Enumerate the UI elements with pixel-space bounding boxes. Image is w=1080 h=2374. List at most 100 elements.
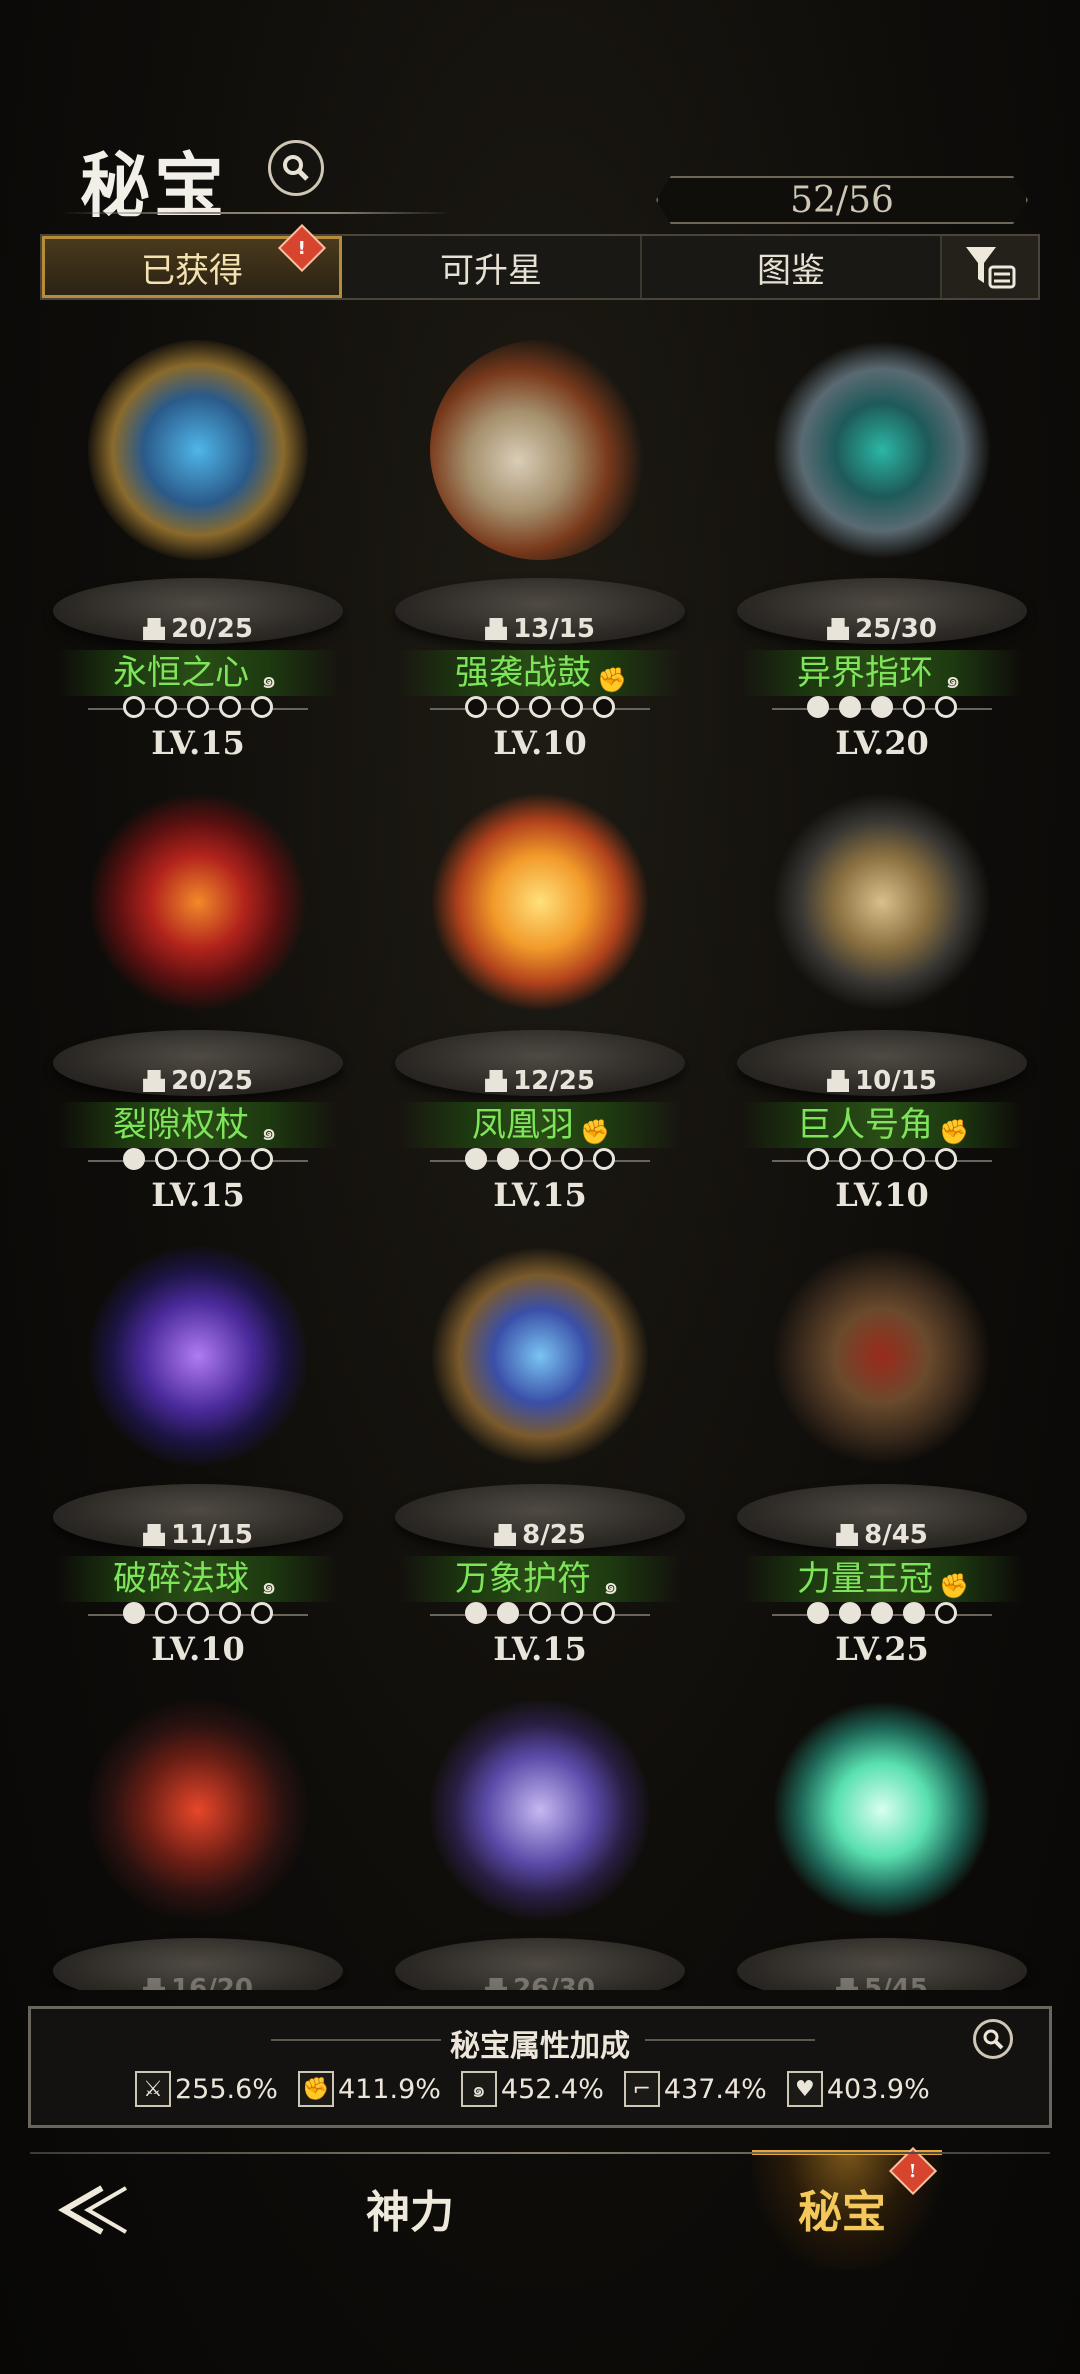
treasure-name: 万象护符๑	[370, 1556, 710, 1602]
fragment-count: 16/20	[28, 1974, 368, 1990]
molten-heart-icon	[88, 1700, 308, 1920]
fragment-count: 8/25	[370, 1520, 710, 1550]
treasure-level: LV.15	[493, 1630, 587, 1668]
title-divider	[60, 212, 452, 214]
nav-treasure[interactable]: 秘宝	[798, 2176, 886, 2240]
fist-icon: ✊	[580, 1118, 610, 1146]
treasure-card[interactable]: 8/25 万象护符๑ LV.15	[370, 1226, 710, 1668]
stat-spirit: ๑ 452.4%	[460, 2071, 604, 2107]
fist-icon: ✊	[597, 666, 627, 694]
rift-scepter-icon	[88, 792, 308, 1012]
treasure-grid: 20/25 永恒之心๑ LV.15 13/15 强袭战鼓 ✊ LV.10 25/3…	[0, 320, 1080, 1990]
war-drum-icon	[430, 340, 650, 560]
back-button[interactable]	[56, 2170, 136, 2250]
amulet-icon	[430, 1246, 650, 1466]
fragment-count: 5/45	[712, 1974, 1052, 1990]
spiral-icon: ๑	[261, 666, 277, 694]
treasure-level: LV.15	[151, 1176, 245, 1214]
star-row	[28, 1148, 368, 1170]
star-row	[370, 1602, 710, 1624]
tab-bar: 已获得 ! 可升星 图鉴	[40, 223, 1040, 300]
fragment-count: 13/15	[370, 614, 710, 644]
tab-codex[interactable]: 图鉴	[642, 236, 942, 298]
treasure-name: 破碎法球๑	[28, 1556, 368, 1602]
bonus-detail-button[interactable]	[973, 2019, 1013, 2059]
fragment-count: 26/30	[370, 1974, 710, 1990]
filter-button[interactable]	[942, 236, 1038, 298]
header: 秘宝 52/56	[0, 120, 1080, 230]
star-row	[28, 1602, 368, 1624]
tab-upgradable[interactable]: 可升星	[342, 236, 642, 298]
star-row	[712, 696, 1052, 718]
treasure-level: LV.25	[835, 1630, 929, 1668]
treasure-card[interactable]: 10/15 巨人号角 ✊ LV.10	[712, 772, 1052, 1214]
treasure-card[interactable]: 20/25 永恒之心๑ LV.15	[28, 320, 368, 762]
power-crown-icon	[772, 1246, 992, 1466]
tab-codex-label: 图鉴	[757, 250, 825, 291]
treasure-card[interactable]: 13/15 强袭战鼓 ✊ LV.10	[370, 320, 710, 762]
treasure-card[interactable]: 26/30	[370, 1680, 710, 1990]
treasure-level: LV.20	[835, 724, 929, 762]
treasure-name: 裂隙权杖๑	[28, 1102, 368, 1148]
nav-divine-power[interactable]: 神力	[366, 2176, 454, 2240]
star-row	[712, 1148, 1052, 1170]
search-icon	[983, 2029, 1004, 2050]
fragment-count: 11/15	[28, 1520, 368, 1550]
bonus-panel: 秘宝属性加成 ⚔ 255.6% ✊ 411.9% ๑ 452.4% ⌐ 437.4% ♥…	[28, 2006, 1052, 2128]
star-row	[712, 1602, 1052, 1624]
fist-icon: ✊	[297, 2071, 334, 2107]
star-row	[370, 1148, 710, 1170]
fist-icon: ✊	[939, 1572, 969, 1600]
treasure-card[interactable]: 5/45	[712, 1680, 1052, 1990]
bottom-nav: 神力 秘宝 !	[0, 2146, 1080, 2374]
stat-list: ⚔ 255.6% ✊ 411.9% ๑ 452.4% ⌐ 437.4% ♥ 403.9%	[135, 2071, 930, 2107]
sword-icon: ⚔	[135, 2071, 171, 2107]
spirit-jar-icon	[430, 1700, 650, 1920]
tab-obtained[interactable]: 已获得 !	[42, 223, 342, 298]
tab-upgradable-label: 可升星	[440, 250, 542, 291]
treasure-card[interactable]: 25/30 异界指环๑ LV.20	[712, 320, 1052, 762]
treasure-card[interactable]: 20/25 裂隙权杖๑ LV.15	[28, 772, 368, 1214]
stat-agility: ⌐ 437.4%	[623, 2071, 767, 2107]
treasure-name: 凤凰羽 ✊	[472, 1105, 610, 1146]
treasure-name: 异界指环๑	[712, 650, 1052, 696]
giant-horn-icon	[772, 792, 992, 1012]
star-row	[28, 696, 368, 718]
treasure-card[interactable]: 16/20	[28, 1680, 368, 1990]
treasure-level: LV.15	[493, 1176, 587, 1214]
jade-lotus-icon	[772, 1700, 992, 1920]
search-button[interactable]	[268, 140, 324, 196]
spiral-icon: ๑	[603, 1572, 619, 1600]
treasure-name: 巨人号角 ✊	[797, 1105, 969, 1146]
page-title: 秘宝	[80, 145, 228, 227]
phoenix-feather-icon	[430, 792, 650, 1012]
stat-strength: ✊ 411.9%	[297, 2071, 441, 2107]
fragment-count: 20/25	[28, 1066, 368, 1096]
spiral-icon: ๑	[460, 2071, 497, 2107]
treasure-name: 永恒之心๑	[28, 650, 368, 696]
eternal-heart-icon	[88, 340, 308, 560]
fragment-count: 12/25	[370, 1066, 710, 1096]
treasure-name: 力量王冠 ✊	[797, 1559, 969, 1600]
treasure-level: LV.15	[151, 724, 245, 762]
back-arrow-icon	[58, 2185, 128, 2235]
fragment-count: 8/45	[712, 1520, 1052, 1550]
treasure-level: LV.10	[493, 724, 587, 762]
tab-obtained-label: 已获得	[141, 250, 243, 291]
treasure-card[interactable]: 11/15 破碎法球๑ LV.10	[28, 1226, 368, 1668]
fist-icon: ✊	[939, 1118, 969, 1146]
treasure-card[interactable]: 8/45 力量王冠 ✊ LV.25	[712, 1226, 1052, 1668]
spiral-icon: ๑	[261, 1572, 277, 1600]
fragment-count: 20/25	[28, 614, 368, 644]
boot-icon: ⌐	[623, 2071, 660, 2107]
star-row	[370, 696, 710, 718]
stat-attack: ⚔ 255.6%	[135, 2071, 278, 2107]
heart-icon: ♥	[786, 2071, 823, 2107]
collection-counter: 52/56	[656, 176, 1028, 224]
fragment-count: 25/30	[712, 614, 1052, 644]
fragment-count: 10/15	[712, 1066, 1052, 1096]
otherworld-ring-icon	[772, 340, 992, 560]
treasure-card[interactable]: 12/25 凤凰羽 ✊ LV.15	[370, 772, 710, 1214]
spiral-icon: ๑	[945, 666, 961, 694]
nav-divider	[30, 2152, 1050, 2154]
